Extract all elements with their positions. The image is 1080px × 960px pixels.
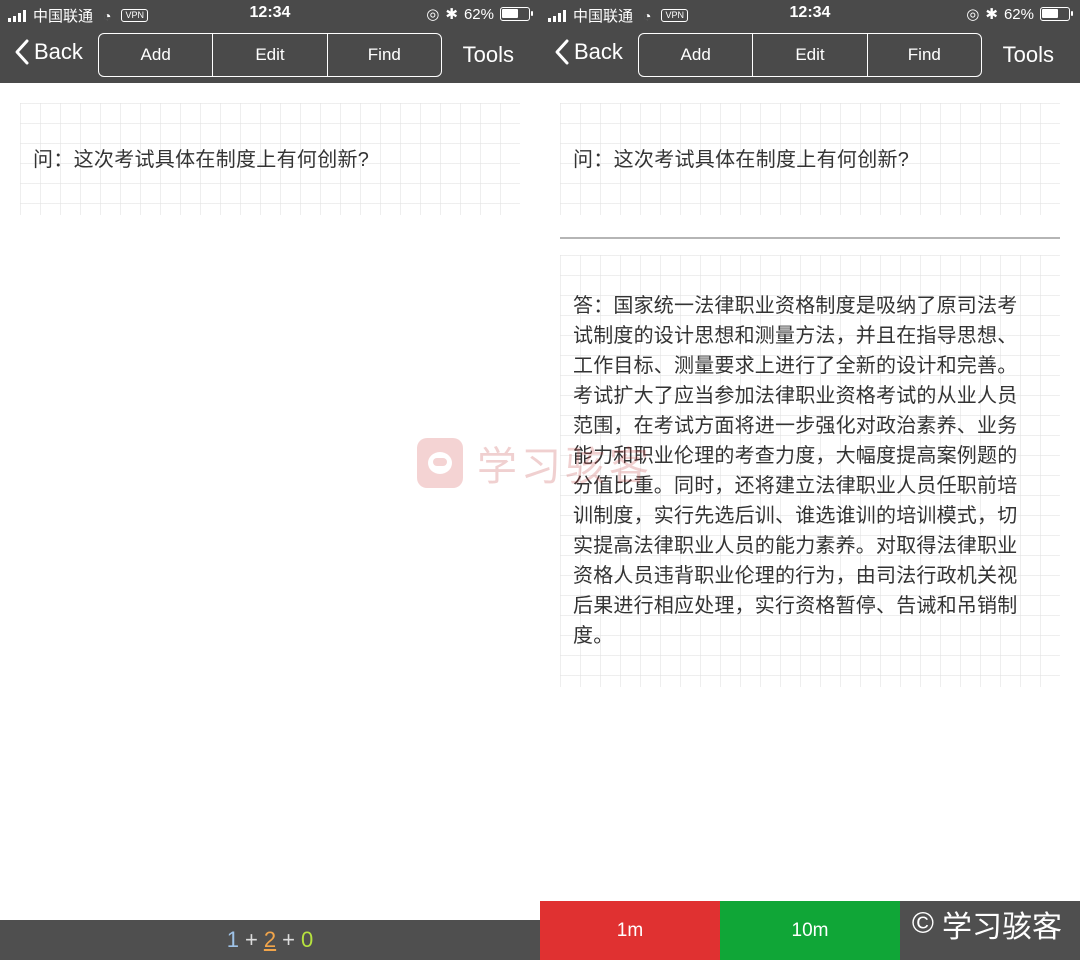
answer-divider — [560, 237, 1060, 239]
tools-button[interactable]: Tools — [463, 42, 514, 68]
back-button[interactable]: Back — [554, 38, 623, 66]
count-separator: + — [282, 927, 295, 952]
edit-button[interactable]: Edit — [212, 34, 326, 76]
find-button[interactable]: Find — [326, 34, 441, 76]
edit-button[interactable]: Edit — [752, 34, 866, 76]
corner-watermark-text: 学习骇客 — [942, 911, 1062, 944]
copyright-icon: © — [911, 907, 934, 940]
add-button[interactable]: Add — [639, 34, 752, 76]
answer-line: 答：国家统一法律职业资格制度是吸纳了原司法考 — [573, 295, 1018, 317]
corner-watermark: © 学习骇客 — [912, 902, 1062, 946]
find-button[interactable]: Find — [866, 34, 981, 76]
question-text: 问：这次考试具体在制度上有何创新? — [573, 149, 910, 171]
battery-percent: 62% — [1003, 5, 1034, 23]
answer-line: 试制度的设计思想和测量方法，并且在指导思想、 — [573, 325, 1018, 347]
monkey-logo-icon — [417, 438, 463, 488]
status-bar: 中国联通 ◔ VPN 12:34 ◎ ✱ 62% — [540, 0, 1080, 28]
answer-line: 训制度，实行先选后训、谁选谁训的培训模式，切 — [573, 505, 1018, 527]
bluetooth-icon: ✱ — [445, 6, 458, 23]
again-button[interactable]: 1m — [540, 901, 720, 960]
answer-line: 考试扩大了应当参加法律职业资格考试的从业人员 — [573, 385, 1018, 407]
status-right-group: ◎ ✱ 62% — [966, 5, 1073, 23]
answer-line: 工作目标、测量要求上进行了全新的设计和完善。 — [573, 355, 1018, 377]
chevron-left-icon — [555, 39, 569, 65]
chevron-left-icon — [15, 39, 29, 65]
question-text: 问：这次考试具体在制度上有何创新? — [33, 149, 370, 171]
answer-line: 度。 — [573, 625, 614, 647]
status-right-group: ◎ ✱ 62% — [426, 5, 533, 23]
learning-count: 2 — [263, 927, 277, 952]
orientation-lock-icon: ◎ — [966, 6, 980, 23]
battery-percent: 62% — [463, 5, 494, 23]
good-button[interactable]: 10m — [720, 901, 900, 960]
answer-line: 资格人员违背职业伦理的行为，由司法行政机关视 — [573, 565, 1018, 587]
bluetooth-icon: ✱ — [985, 6, 998, 23]
status-bar: 中国联通 ◔ VPN 12:34 ◎ ✱ 62% — [0, 0, 540, 28]
review-count: 0 — [300, 927, 314, 952]
answer-line: 后果进行相应处理，实行资格暂停、告诫和吊销制 — [573, 595, 1018, 617]
center-watermark-text: 学习骇客 — [477, 444, 653, 490]
segmented-control: Add Edit Find — [98, 33, 442, 77]
nav-bar: Back Add Edit Find Tools — [540, 28, 1080, 83]
count-bar: 1 + 2 + 0 — [0, 920, 540, 960]
answer-buttons-bar: 1m 10m © 学习骇客 — [540, 901, 1080, 960]
segmented-control: Add Edit Find — [638, 33, 982, 77]
battery-icon — [1040, 7, 1073, 21]
battery-icon — [500, 7, 533, 21]
back-label: Back — [34, 39, 83, 64]
count-separator: + — [245, 927, 258, 952]
nav-bar: Back Add Edit Find Tools — [0, 28, 540, 83]
add-button[interactable]: Add — [99, 34, 212, 76]
center-watermark: 学习骇客 — [417, 434, 653, 492]
back-label: Back — [574, 39, 623, 64]
tools-button[interactable]: Tools — [1003, 42, 1054, 68]
back-button[interactable]: Back — [14, 38, 83, 66]
answer-line: 实提高法律职业人员的能力素养。对取得法律职业 — [573, 535, 1018, 557]
orientation-lock-icon: ◎ — [426, 6, 440, 23]
new-count: 1 — [226, 927, 240, 952]
easy-button[interactable]: © 学习骇客 — [900, 901, 1080, 960]
